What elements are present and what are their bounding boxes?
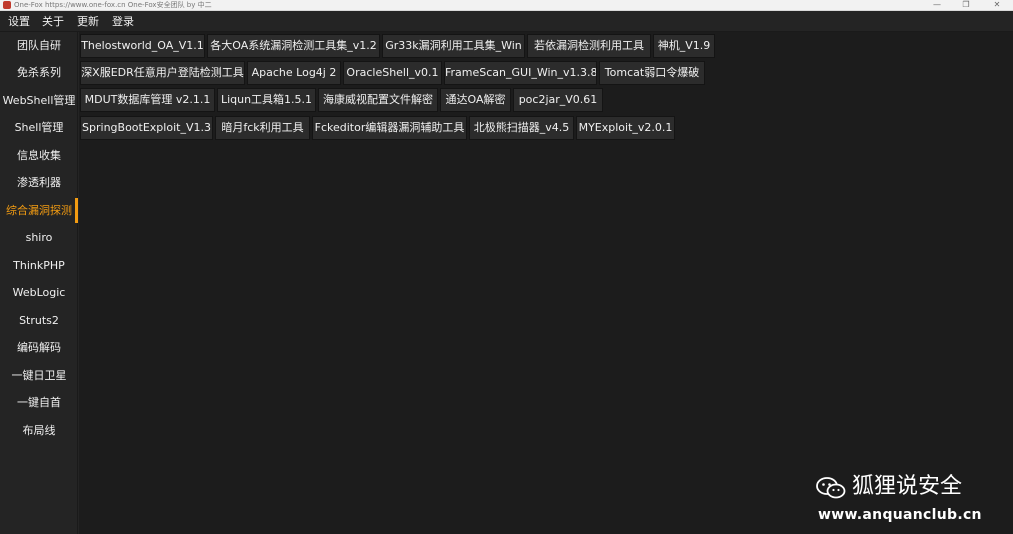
tool-button[interactable]: SpringBootExploit_V1.3 (80, 116, 213, 140)
tool-button[interactable]: poc2jar_V0.61 (513, 88, 603, 112)
wechat-icon (816, 477, 846, 499)
tool-button[interactable]: MYExploit_v2.0.1 (576, 116, 675, 140)
sidebar-item-encode-decode[interactable]: 编码解码 (0, 334, 78, 361)
sidebar-item-av-evasion[interactable]: 免杀系列 (0, 59, 78, 86)
tool-button[interactable]: Fckeditor编辑器漏洞辅助工具 (312, 116, 467, 140)
tool-button[interactable]: 深X服EDR任意用户登陆检测工具 (80, 61, 245, 85)
sidebar-item-struts2[interactable]: Struts2 (0, 307, 78, 334)
menu-login[interactable]: 登录 (112, 14, 134, 29)
tool-button[interactable]: Liqun工具箱1.5.1 (217, 88, 316, 112)
sidebar-item-vuln-scan[interactable]: 综合漏洞探测 (0, 197, 78, 224)
tool-button[interactable]: 北极熊扫描器_v4.5 (469, 116, 574, 140)
watermark-text: 狐狸说安全 (852, 474, 963, 499)
tool-button[interactable]: 海康威视配置文件解密 (318, 88, 438, 112)
tool-button[interactable]: Tomcat弱口令爆破 (599, 61, 705, 85)
tool-button[interactable]: OracleShell_v0.1 (343, 61, 442, 85)
tool-button[interactable]: Thelostworld_OA_V1.1 (80, 34, 205, 58)
menu-bar: 设置 关于 更新 登录 (0, 11, 1013, 32)
sidebar-item-weblogic[interactable]: WebLogic (0, 279, 78, 306)
close-button[interactable]: ✕ (990, 0, 1004, 10)
sidebar-item-thinkphp[interactable]: ThinkPHP (0, 252, 78, 279)
sidebar-item-surrender[interactable]: 一键自首 (0, 389, 78, 416)
minimize-button[interactable]: — (930, 0, 944, 10)
active-indicator (75, 198, 78, 223)
sidebar-item-shell[interactable]: Shell管理 (0, 114, 78, 141)
tool-button[interactable]: 通达OA解密 (440, 88, 511, 112)
tool-button[interactable]: 暗月fck利用工具 (215, 116, 310, 140)
menu-settings[interactable]: 设置 (8, 14, 30, 29)
sidebar-item-layout-line[interactable]: 布局线 (0, 417, 78, 444)
menu-about[interactable]: 关于 (42, 14, 64, 29)
sidebar-item-shiro[interactable]: shiro (0, 224, 78, 251)
tool-button[interactable]: MDUT数据库管理 v2.1.1 (80, 88, 215, 112)
title-bar: One-Fox https://www.one-fox.cn One-Fox安全… (0, 0, 1013, 11)
tool-button[interactable]: 神机_V1.9 (653, 34, 715, 58)
tool-button[interactable]: Apache Log4j 2 (247, 61, 341, 85)
sidebar-item-info-gathering[interactable]: 信息收集 (0, 142, 78, 169)
watermark-url: www.anquanclub.cn (818, 507, 982, 523)
tool-panel: Thelostworld_OA_V1.1 各大OA系统漏洞检测工具集_v1.2 … (79, 32, 1013, 534)
sidebar-item-webshell[interactable]: WebShell管理 (0, 87, 78, 114)
tool-button[interactable]: 若依漏洞检测利用工具 (527, 34, 651, 58)
sidebar: 团队自研 免杀系列 WebShell管理 Shell管理 信息收集 渗透利器 综… (0, 32, 78, 534)
tool-button[interactable]: Gr33k漏洞利用工具集_Win (382, 34, 525, 58)
window-title: One-Fox https://www.one-fox.cn One-Fox安全… (14, 1, 212, 9)
sidebar-item-team-tools[interactable]: 团队自研 (0, 32, 78, 59)
tool-button[interactable]: FrameScan_GUI_Win_v1.3.8 (444, 61, 597, 85)
tool-button[interactable]: 各大OA系统漏洞检测工具集_v1.2 (207, 34, 380, 58)
maximize-button[interactable]: ❐ (959, 0, 973, 10)
sidebar-item-pentest-tools[interactable]: 渗透利器 (0, 169, 78, 196)
sidebar-item-satellite[interactable]: 一键日卫星 (0, 362, 78, 389)
menu-update[interactable]: 更新 (77, 14, 99, 29)
sidebar-item-label: 综合漏洞探测 (6, 204, 72, 217)
app-logo-icon (3, 1, 11, 9)
